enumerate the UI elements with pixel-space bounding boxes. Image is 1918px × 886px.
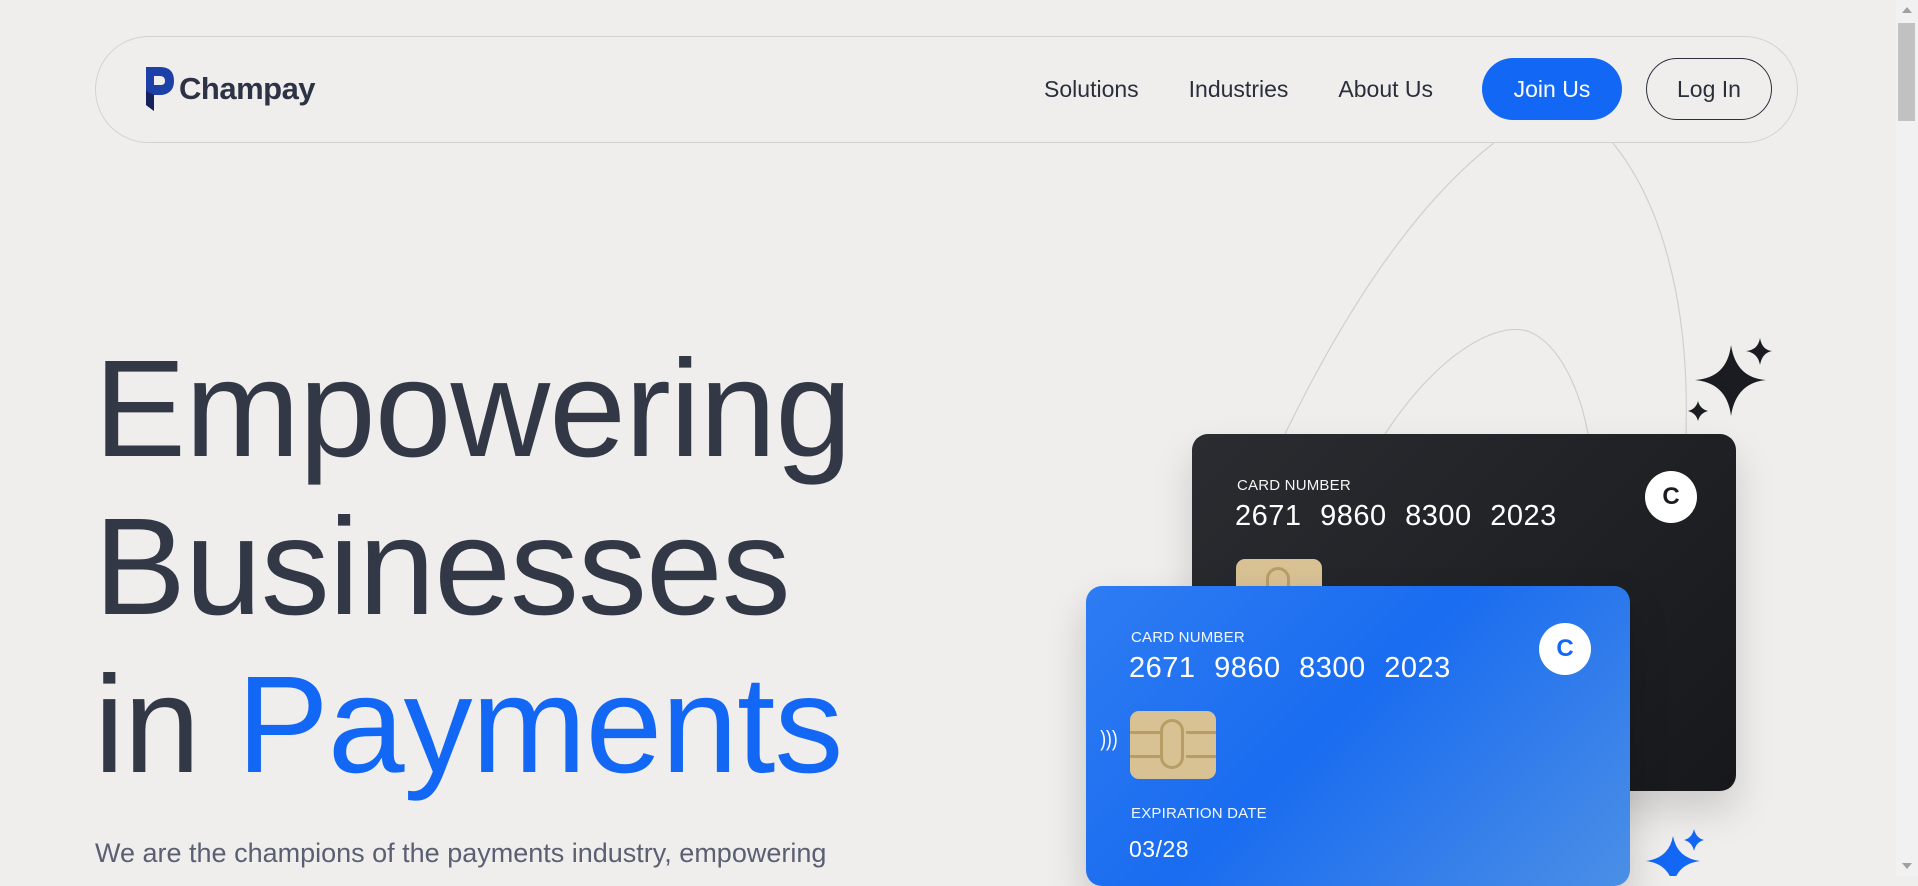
contactless-icon: ))) <box>1100 726 1118 751</box>
champay-logo-icon <box>146 67 174 111</box>
card-brand-icon: C <box>1645 471 1697 523</box>
brand-logo[interactable]: Champay <box>144 65 316 113</box>
card-number: 2671 9860 8300 2023 <box>1129 652 1451 684</box>
sparkle-large-icon <box>1688 338 1772 421</box>
top-navigation: Champay Solutions Industries About Us Jo… <box>95 36 1798 143</box>
hero-heading-prefix: in <box>94 648 200 802</box>
brand-name: Champay <box>179 71 316 106</box>
nav-link-about-us[interactable]: About Us <box>1338 76 1433 103</box>
card-brand-icon: C <box>1539 623 1591 675</box>
sparkle-blue-icon <box>1646 829 1704 876</box>
nav-link-industries[interactable]: Industries <box>1189 76 1289 103</box>
card-chip-icon <box>1130 711 1216 779</box>
card-number-label: CARD NUMBER <box>1131 629 1245 646</box>
page-scrollbar[interactable] <box>1896 0 1918 876</box>
hero-heading-line-3: in Payments <box>94 656 843 794</box>
hero-heading-accent: Payments <box>236 648 844 802</box>
card-number-label: CARD NUMBER <box>1237 477 1351 494</box>
scroll-up-arrow-icon[interactable] <box>1902 7 1912 13</box>
card-expiry-label: EXPIRATION DATE <box>1131 805 1267 822</box>
hero-heading-line-2: Businesses <box>94 490 791 644</box>
hero-heading-line-1: Empowering <box>94 332 852 486</box>
nav-link-solutions[interactable]: Solutions <box>1044 76 1139 103</box>
join-us-button[interactable]: Join Us <box>1482 58 1622 120</box>
log-in-button[interactable]: Log In <box>1646 58 1772 120</box>
nav-menu: Solutions Industries About Us Join Us Lo… <box>1044 58 1772 120</box>
scrollbar-thumb[interactable] <box>1898 23 1915 121</box>
card-expiry-date: 03/28 <box>1129 836 1190 862</box>
scroll-down-arrow-icon[interactable] <box>1902 863 1912 869</box>
blue-credit-card: CARD NUMBER 2671 9860 8300 2023 C ))) EX… <box>1086 586 1630 886</box>
hero-subtitle: We are the champions of the payments ind… <box>95 838 827 868</box>
card-number: 2671 9860 8300 2023 <box>1235 500 1557 532</box>
